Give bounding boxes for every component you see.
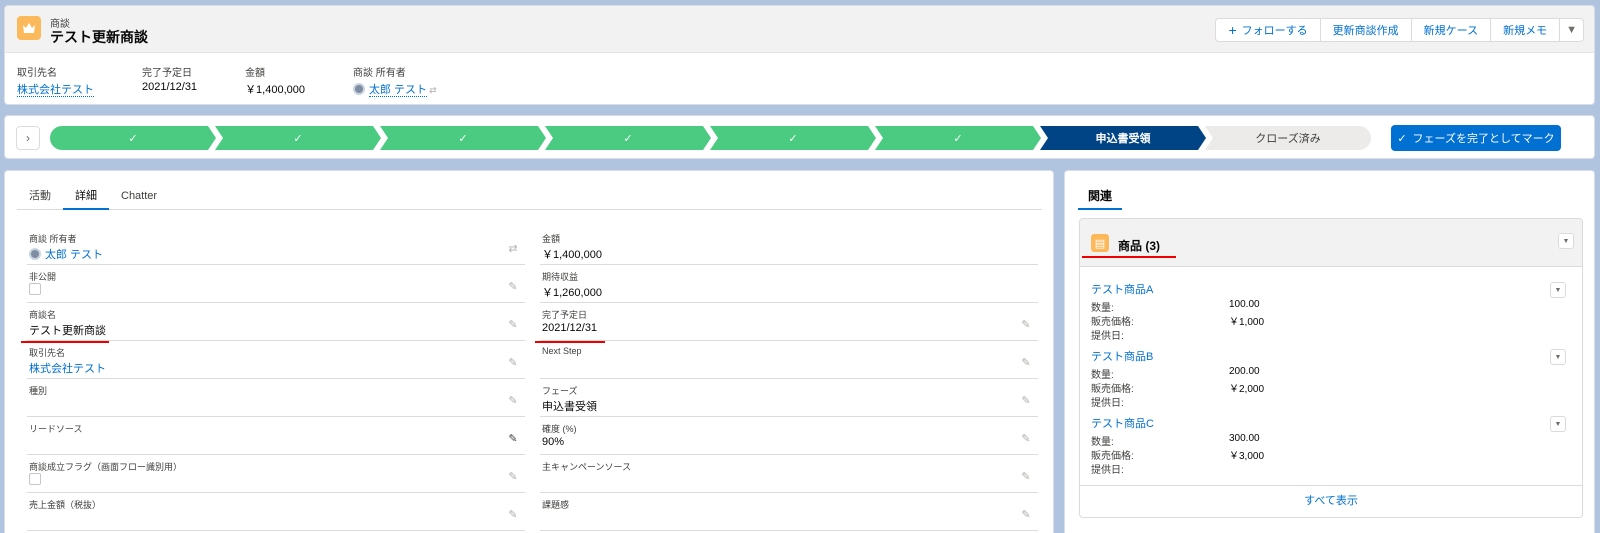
more-actions-button[interactable]: ▼ [1559, 18, 1584, 42]
field-close-date: 完了予定日 2021/12/31 ✎ [540, 303, 1038, 341]
tab-chatter[interactable]: Chatter [109, 186, 169, 210]
sales-path: › ✓ ✓ ✓ ✓ ✓ ✓ 申込書受領 クローズ済み ✓ フェーズを完了としてマー… [4, 115, 1595, 159]
change-owner-icon[interactable]: ⇄ [507, 243, 519, 255]
edit-pencil-icon[interactable]: ✎ [1020, 357, 1032, 369]
view-all-link[interactable]: すべて表示 [1080, 485, 1582, 517]
product-icon: ▤ [1091, 234, 1109, 252]
chevron-right-icon: › [26, 131, 30, 145]
list-item: テスト商品C 数量: 300.00 販売価格: ￥3,000 提供日: [1091, 415, 1571, 476]
highlight-owner: 商談 所有者 太郎 テスト ⇄ [353, 68, 437, 97]
field-stage: フェーズ 申込書受領 ✎ [540, 379, 1038, 417]
edit-pencil-icon[interactable]: ✎ [507, 509, 519, 521]
product-link[interactable]: テスト商品A [1091, 281, 1571, 297]
path-step-6[interactable]: ✓ [875, 126, 1041, 150]
edit-pencil-icon[interactable]: ✎ [1020, 433, 1032, 445]
new-case-button[interactable]: 新規ケース [1410, 18, 1492, 42]
field-amount: 金額 ￥1,400,000 [540, 227, 1038, 265]
path-step-1[interactable]: ✓ [50, 126, 216, 150]
annotation-underline-date [535, 341, 605, 343]
path-step-3[interactable]: ✓ [380, 126, 546, 150]
edit-pencil-icon[interactable]: ✎ [1020, 509, 1032, 521]
tab-details[interactable]: 詳細 [63, 186, 109, 210]
opportunity-crown-icon [17, 16, 41, 40]
path-step-closed[interactable]: クローズ済み [1205, 126, 1371, 150]
tab-related[interactable]: 関連 [1078, 186, 1123, 210]
record-title: テスト更新商談 [50, 29, 148, 45]
path-step-5[interactable]: ✓ [710, 126, 876, 150]
field-sales-amount: 売上金額（税抜） ✎ [27, 493, 525, 531]
highlight-account: 取引先名 株式会社テスト [17, 68, 94, 97]
row-action-button[interactable]: ▼ [1550, 349, 1566, 365]
change-owner-icon[interactable]: ⇄ [429, 85, 437, 95]
list-item: テスト商品A 数量: 100.00 販売価格: ￥1,000 提供日: [1091, 281, 1571, 342]
field-probability: 確度 (%) 90% ✎ [540, 417, 1038, 455]
field-expected-revenue: 期待収益 ￥1,260,000 [540, 265, 1038, 303]
avatar [29, 248, 41, 260]
field-won-flag: 商談成立フラグ（画面フロー識別用） ✎ [27, 455, 525, 493]
list-item: テスト商品B 数量: 200.00 販売価格: ￥2,000 提供日: [1091, 348, 1571, 409]
private-checkbox[interactable] [29, 283, 41, 295]
row-action-button[interactable]: ▼ [1550, 282, 1566, 298]
related-panel: 関連 ▤ 商品 (3) ▼ テスト商品A 数量: 100.00 販売価格: ￥1,0… [1064, 170, 1595, 533]
account-link[interactable]: 株式会社テスト [17, 84, 94, 97]
products-related-list: ▤ 商品 (3) ▼ テスト商品A 数量: 100.00 販売価格: ￥1,000 … [1079, 218, 1583, 518]
related-list-header: ▤ 商品 (3) ▼ [1080, 219, 1582, 267]
header-top: 商談 テスト更新商談 + フォローする 更新商談作成 新規ケース 新規メモ ▼ [5, 6, 1594, 53]
edit-pencil-icon[interactable]: ✎ [507, 357, 519, 369]
field-next-step: Next Step ✎ [540, 341, 1038, 379]
header-actions: + フォローする 更新商談作成 新規ケース 新規メモ ▼ [1215, 18, 1584, 42]
product-link[interactable]: テスト商品B [1091, 348, 1571, 364]
annotation-underline-products [1082, 256, 1176, 258]
path-step-current[interactable]: 申込書受領 [1040, 126, 1206, 150]
record-tabs: 活動 詳細 Chatter [17, 186, 1042, 210]
field-issues: 課題感 ✎ [540, 493, 1038, 531]
mark-stage-complete-button[interactable]: ✓ フェーズを完了としてマーク [1391, 125, 1561, 151]
path-expand-toggle[interactable]: › [16, 126, 40, 150]
highlights-panel: 取引先名 株式会社テスト 完了予定日 2021/12/31 金額 ￥1,400,… [17, 64, 485, 97]
edit-pencil-icon[interactable]: ✎ [507, 433, 519, 445]
detail-column-left: 商談 所有者 太郎 テスト ⇄ 非公開 ✎ 商談名 テスト更新商談 ✎ 取引先名… [27, 227, 525, 531]
related-list-title[interactable]: 商品 (3) [1118, 237, 1160, 254]
edit-pencil-icon[interactable]: ✎ [507, 471, 519, 483]
path-step-2[interactable]: ✓ [215, 126, 381, 150]
detail-panel: 活動 詳細 Chatter 商談 所有者 太郎 テスト ⇄ 非公開 ✎ 商談名 … [4, 170, 1054, 533]
edit-pencil-icon[interactable]: ✎ [1020, 319, 1032, 331]
tab-activity[interactable]: 活動 [17, 186, 63, 210]
edit-pencil-icon[interactable]: ✎ [1020, 471, 1032, 483]
product-link[interactable]: テスト商品C [1091, 415, 1571, 431]
avatar [353, 83, 365, 95]
field-opportunity-name: 商談名 テスト更新商談 ✎ [27, 303, 525, 341]
follow-button[interactable]: + フォローする [1215, 18, 1321, 42]
chevron-down-icon: ▼ [1566, 24, 1577, 36]
edit-pencil-icon[interactable]: ✎ [507, 319, 519, 331]
field-owner: 商談 所有者 太郎 テスト ⇄ [27, 227, 525, 265]
field-account: 取引先名 株式会社テスト ✎ [27, 341, 525, 379]
detail-column-right: 金額 ￥1,400,000 期待収益 ￥1,260,000 完了予定日 2021… [540, 227, 1038, 531]
check-icon: ✓ [1397, 132, 1407, 145]
won-flag-checkbox[interactable] [29, 473, 41, 485]
path-step-4[interactable]: ✓ [545, 126, 711, 150]
account-link[interactable]: 株式会社テスト [29, 360, 106, 376]
field-lead-source: リードソース ✎ [27, 417, 525, 455]
highlight-close-date: 完了予定日 2021/12/31 [142, 68, 198, 93]
new-memo-button[interactable]: 新規メモ [1490, 18, 1561, 42]
record-header: 商談 テスト更新商談 + フォローする 更新商談作成 新規ケース 新規メモ ▼ 取… [4, 5, 1595, 105]
owner-link[interactable]: 太郎 テスト [369, 84, 428, 97]
related-list-menu-button[interactable]: ▼ [1558, 233, 1574, 249]
owner-link[interactable]: 太郎 テスト [45, 249, 103, 261]
create-renewal-button[interactable]: 更新商談作成 [1319, 18, 1412, 42]
edit-pencil-icon[interactable]: ✎ [507, 281, 519, 293]
row-action-button[interactable]: ▼ [1550, 416, 1566, 432]
highlight-amount: 金額 ￥1,400,000 [245, 68, 305, 96]
edit-pencil-icon[interactable]: ✎ [1020, 395, 1032, 407]
field-campaign-source: 主キャンペーンソース ✎ [540, 455, 1038, 493]
field-type: 種別 ✎ [27, 379, 525, 417]
edit-pencil-icon[interactable]: ✎ [507, 395, 519, 407]
path-steps: ✓ ✓ ✓ ✓ ✓ ✓ 申込書受領 クローズ済み [50, 126, 1371, 150]
annotation-underline-name [21, 341, 109, 343]
plus-icon: + [1228, 22, 1237, 38]
field-private: 非公開 ✎ [27, 265, 525, 303]
